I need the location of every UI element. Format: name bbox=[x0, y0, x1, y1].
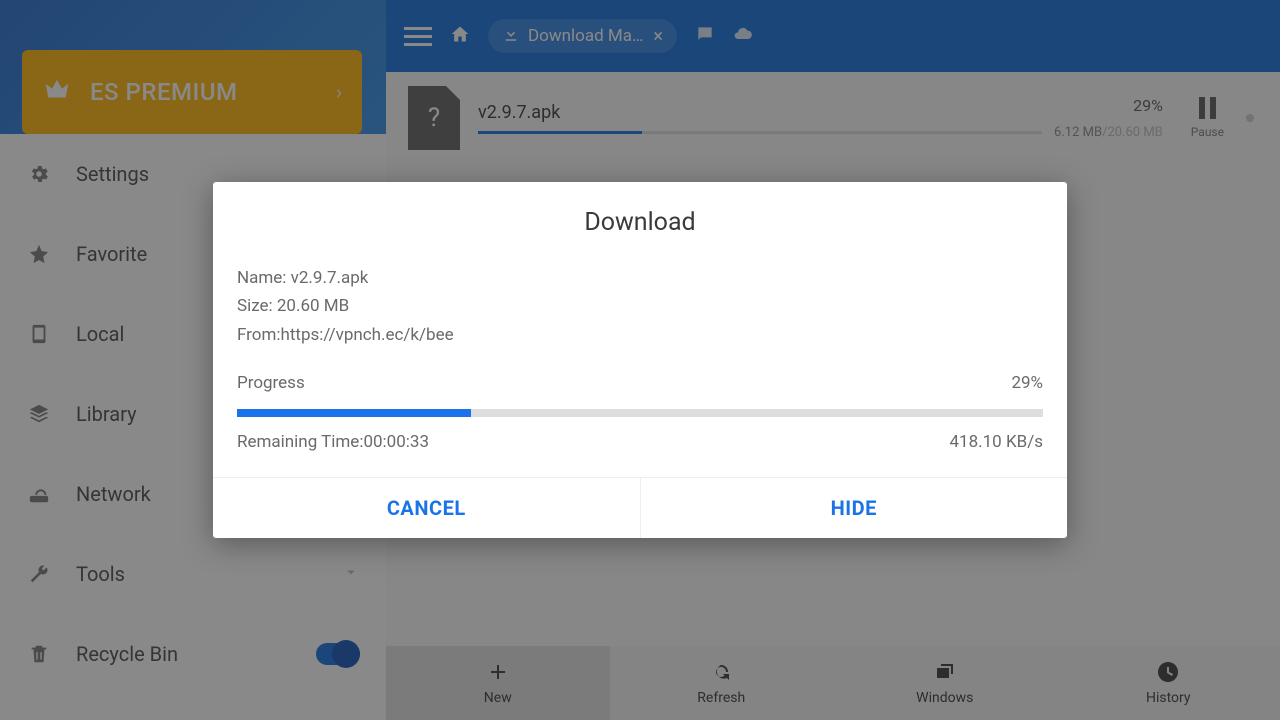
dialog-size-row: Size: 20.60 MB bbox=[237, 293, 1043, 319]
hide-button[interactable]: HIDE bbox=[640, 478, 1068, 538]
dialog-from-row: From:https://vpnch.ec/k/bee bbox=[237, 322, 1043, 348]
cancel-button[interactable]: CANCEL bbox=[213, 478, 640, 538]
dialog-remaining-time: Remaining Time:00:00:33 bbox=[237, 429, 429, 455]
dialog-progress-label: Progress bbox=[237, 370, 305, 396]
dialog-progress-fill bbox=[237, 409, 471, 417]
dialog-progress-bar bbox=[237, 409, 1043, 417]
dialog-name-row: Name: v2.9.7.apk bbox=[237, 265, 1043, 291]
modal-overlay: Download Name: v2.9.7.apk Size: 20.60 MB… bbox=[0, 0, 1280, 720]
dialog-title: Download bbox=[213, 182, 1067, 247]
dialog-progress-pct: 29% bbox=[1011, 370, 1043, 396]
dialog-speed: 418.10 KB/s bbox=[949, 429, 1043, 455]
download-dialog: Download Name: v2.9.7.apk Size: 20.60 MB… bbox=[213, 182, 1067, 538]
